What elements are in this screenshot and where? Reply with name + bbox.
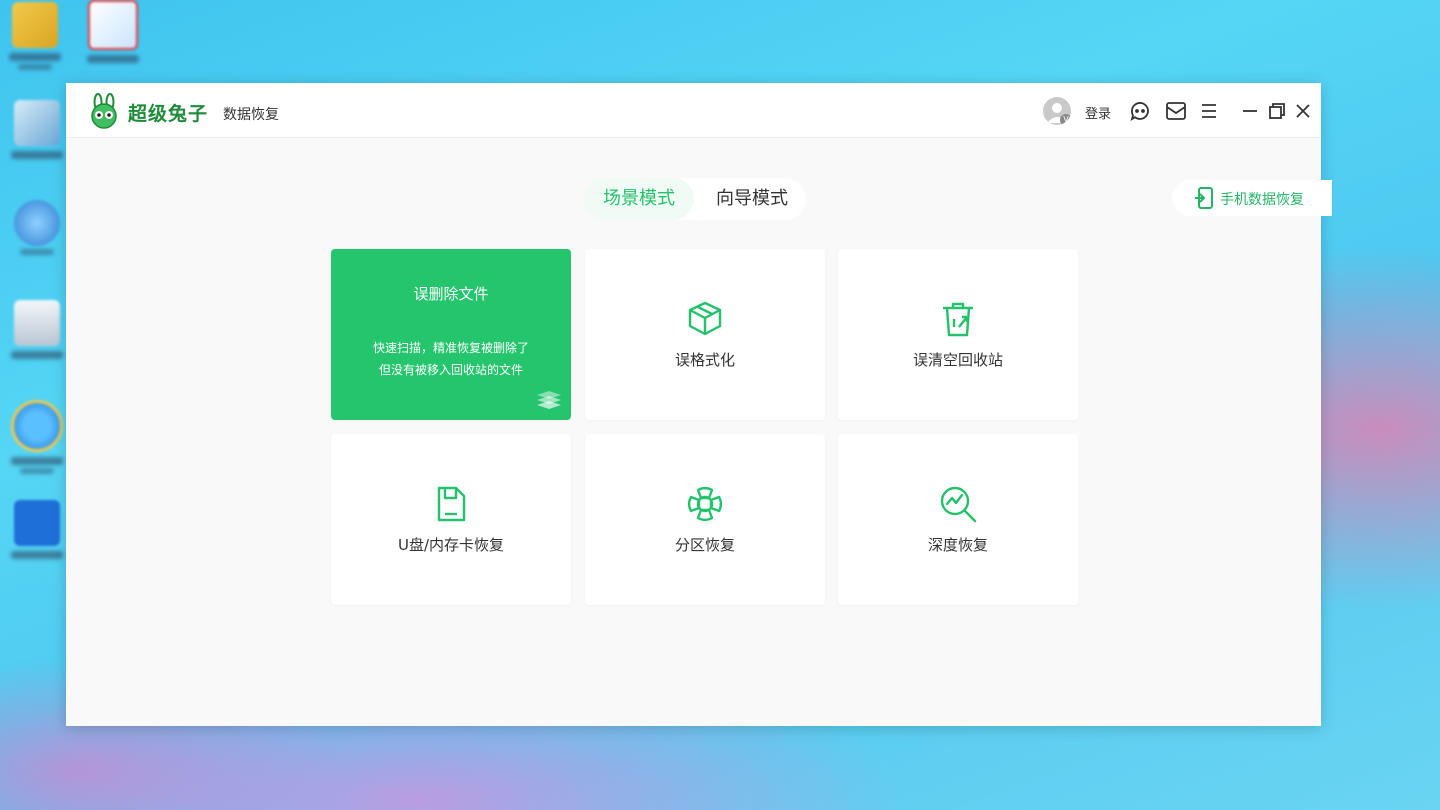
computer-icon: [14, 100, 60, 146]
recycle-bin-icon: [14, 300, 60, 346]
brand-subtitle: 数据恢复: [223, 107, 279, 123]
desktop-icon-user-folder[interactable]: [4, 2, 66, 70]
brand-name: 超级兔子: [128, 103, 209, 125]
desktop-icon-this-pc[interactable]: [6, 100, 68, 159]
tab-scene-mode[interactable]: 场景模式: [584, 178, 694, 220]
recycle-bin-icon: [943, 302, 973, 337]
minimize-icon[interactable]: [1238, 99, 1262, 123]
card-formatted[interactable]: 误格式化: [585, 249, 825, 420]
desktop-icon-recycle-bin[interactable]: [6, 300, 68, 359]
feedback-icon[interactable]: [1128, 99, 1152, 123]
avatar[interactable]: V: [1043, 97, 1071, 125]
phone-icon: [1195, 187, 1213, 209]
network-icon: [14, 200, 60, 246]
deep-scan-icon: [940, 486, 977, 523]
card-deep-recovery[interactable]: 深度恢复: [838, 434, 1078, 605]
card-description: 快速扫描，精准恢复被删除了: [372, 341, 529, 355]
app-window: 超级兔子 数据恢复 V 登录 场景模式 向导模式 手机数据恢复 误删除文件 快速…: [66, 83, 1332, 726]
login-link[interactable]: 登录: [1085, 103, 1111, 122]
desktop-icon-app[interactable]: [82, 0, 144, 63]
phone-recovery-button[interactable]: 手机数据恢复: [1172, 180, 1332, 216]
restore-icon[interactable]: [1265, 99, 1289, 123]
card-title: 误删除文件: [413, 285, 489, 303]
card-emptied-recycle-bin[interactable]: 误清空回收站: [838, 249, 1078, 420]
mode-switch: 场景模式 向导模式: [584, 178, 806, 220]
card-label: 误清空回收站: [912, 351, 1003, 369]
card-label: U盘/内存卡恢复: [397, 536, 505, 554]
close-icon[interactable]: [1291, 99, 1315, 123]
card-label: 误格式化: [674, 351, 735, 369]
card-partition-recovery[interactable]: 分区恢复: [585, 434, 825, 605]
folder-icon: [12, 2, 58, 48]
phone-recovery-label: 手机数据恢复: [1220, 192, 1304, 208]
desktop-icon-settings[interactable]: [6, 500, 68, 559]
desktop-icon-network[interactable]: [6, 200, 68, 255]
title-bar: 超级兔子 数据恢复 V 登录: [66, 83, 1321, 138]
vip-badge: V: [1060, 114, 1071, 125]
card-label: 分区恢复: [674, 536, 735, 554]
gear-icon: [14, 500, 60, 546]
mail-icon[interactable]: [1164, 99, 1188, 123]
tab-wizard-mode[interactable]: 向导模式: [698, 178, 806, 220]
browser-icon: [11, 400, 63, 452]
app-icon: [88, 0, 138, 50]
menu-icon[interactable]: [1197, 99, 1221, 123]
card-deleted-files[interactable]: 误删除文件 快速扫描，精准恢复被删除了 但没有被移入回收站的文件: [331, 249, 571, 420]
stack-decoration-icon: [537, 391, 561, 409]
desktop-icon-ie[interactable]: [6, 400, 68, 474]
cube-icon: [688, 301, 722, 336]
card-description: 但没有被移入回收站的文件: [378, 363, 523, 377]
card-label: 深度恢复: [927, 536, 988, 554]
card-usb-sd-recovery[interactable]: U盘/内存卡恢复: [331, 434, 571, 605]
rabbit-logo-icon: [91, 93, 117, 129]
sd-card-icon: [437, 486, 466, 522]
partition-icon: [688, 487, 722, 521]
